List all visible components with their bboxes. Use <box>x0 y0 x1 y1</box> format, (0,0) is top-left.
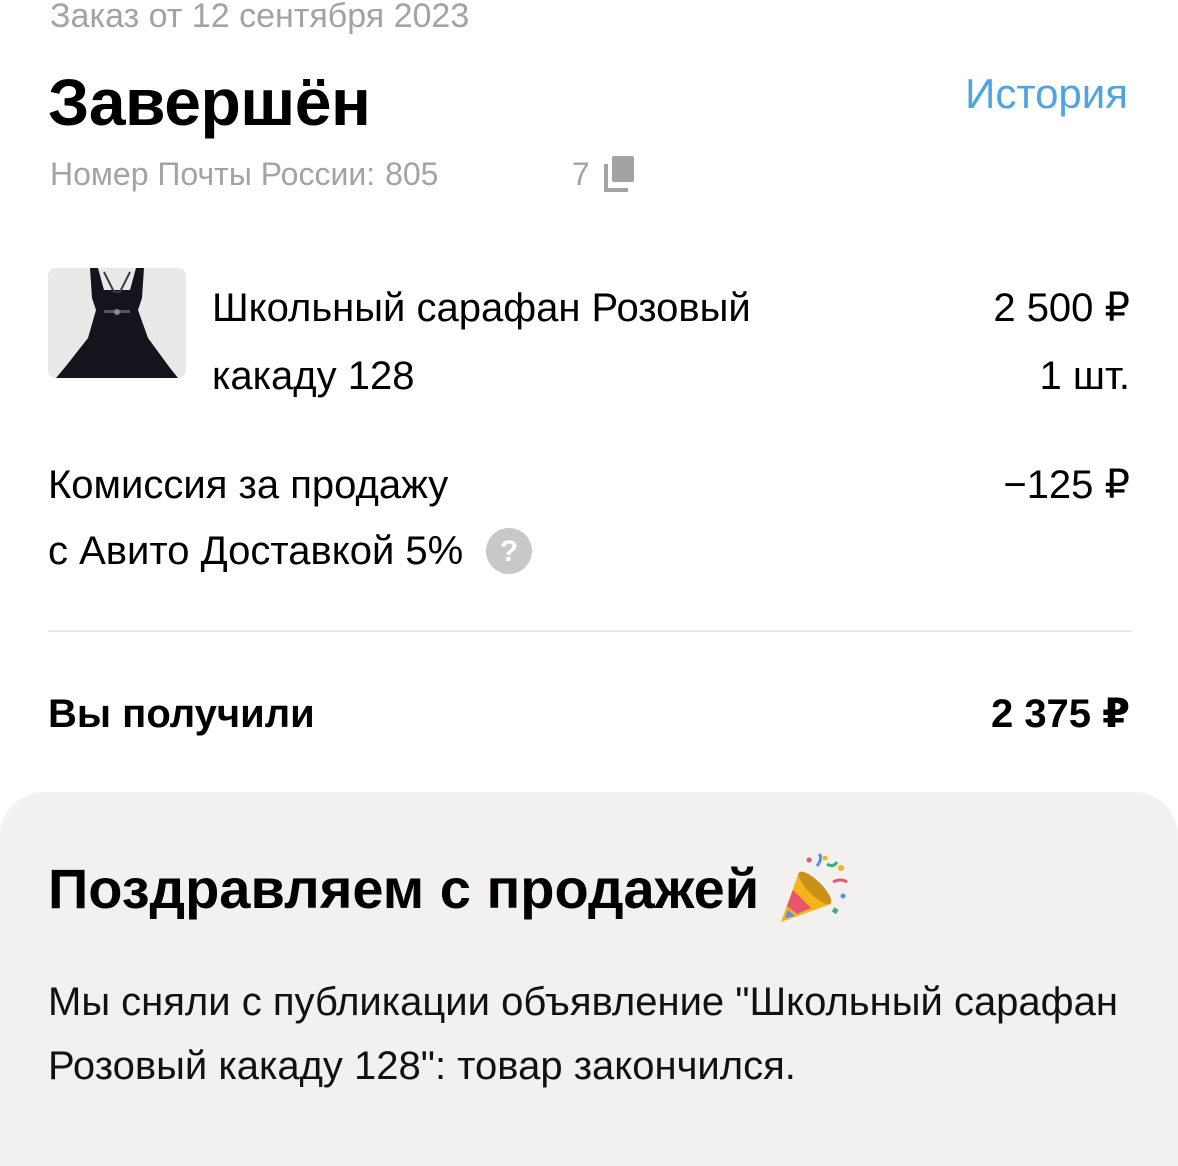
commission-label-line2-wrap: с Авито Доставкой 5% ? <box>48 518 533 584</box>
commission-label-line1: Комиссия за продажу <box>48 463 449 507</box>
order-status-title: Завершён <box>48 65 371 139</box>
congrats-title-row: Поздравляем с продажей <box>48 852 851 926</box>
party-popper-icon <box>777 852 851 926</box>
congrats-title: Поздравляем с продажей <box>48 857 760 920</box>
svg-text:?: ? <box>500 535 518 568</box>
commission-label-line2: с Авито Доставкой 5% <box>48 529 464 573</box>
congrats-message: Мы сняли с публикации объявление "Школьн… <box>48 980 1118 1088</box>
product-title[interactable]: Школьный сарафан Розовый какаду 128 <box>212 274 872 410</box>
tracking-number: 805 7 <box>385 156 590 192</box>
product-thumbnail[interactable] <box>48 268 186 378</box>
product-price: 2 500 ₽ <box>993 286 1130 330</box>
commission-row: Комиссия за продажу с Авито Доставкой 5%… <box>48 452 1130 592</box>
tracking-number-row: Номер Почты России: 805 7 <box>50 152 640 196</box>
history-link[interactable]: История <box>965 68 1128 120</box>
dress-thumbnail-icon <box>48 268 186 378</box>
copy-icon[interactable] <box>600 154 640 194</box>
question-circle-icon[interactable]: ? <box>485 527 533 575</box>
commission-value: −125 ₽ <box>1003 463 1130 507</box>
total-value: 2 375 ₽ <box>990 692 1130 736</box>
order-details-screen: Заказ от 12 сентября 2023 Завершён Истор… <box>0 0 1178 1166</box>
product-row: Школьный сарафан Розовый какаду 128 2 50… <box>48 268 1130 398</box>
tracking-label: Номер Почты России: <box>50 156 376 192</box>
congrats-card: Поздравляем с продажей Мы сняли с публик… <box>0 792 1178 1166</box>
order-date: Заказ от 12 сентября 2023 <box>50 0 470 35</box>
total-label: Вы получили <box>48 692 315 736</box>
total-row: Вы получили 2 375 ₽ <box>48 686 1130 742</box>
divider <box>48 630 1132 632</box>
commission-label: Комиссия за продажу с Авито Доставкой 5%… <box>48 452 533 584</box>
product-quantity: 1 шт. <box>1039 354 1130 398</box>
